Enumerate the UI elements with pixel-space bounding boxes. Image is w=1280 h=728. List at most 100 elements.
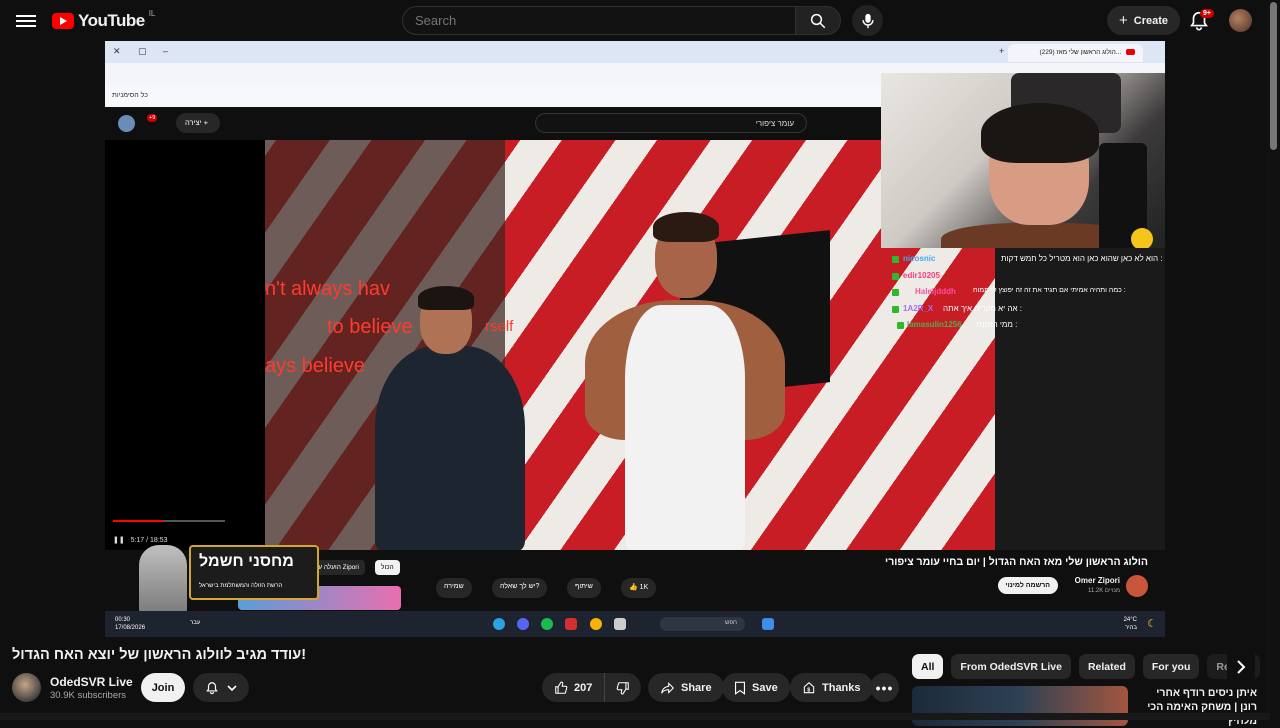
inner-search-value: עומר ציפורי — [755, 119, 794, 128]
svg-text:$: $ — [807, 687, 810, 693]
chip-all[interactable]: All — [912, 654, 944, 679]
inner-ask-button: יש לך שאלה? — [492, 578, 548, 598]
chat-username: lamasulin1256 — [907, 320, 962, 329]
video-player[interactable]: ✕ ▢ – + (229) הולוג הראשון שלי מאז... כל… — [105, 41, 1165, 637]
youtube-play-icon — [52, 13, 74, 29]
weather-desc: בהיר — [1124, 625, 1137, 631]
sponsor-overlay: מחסני חשמל הרשת הזולה והמשתלמת בישראל — [119, 545, 319, 615]
chip-related[interactable]: Related — [1078, 654, 1135, 679]
chevron-down-icon — [227, 684, 237, 691]
chat-badge-icon — [892, 289, 899, 296]
inner-notification-badge: +9 — [147, 114, 158, 122]
like-button[interactable]: 207 — [542, 673, 606, 702]
inner-channel-name: Omer Zipori — [1074, 576, 1120, 585]
cam-hair — [981, 103, 1099, 163]
video-title: עודד מגיב לוולוג הראשון של יוצא האח הגדו… — [12, 647, 307, 663]
all-bookmarks: כל הסימניות — [112, 92, 148, 99]
windows-taskbar: 00:30 17/08/2026 עבר חפש 24°C בהיר ☾ — [105, 611, 1165, 637]
youtube-favicon-icon — [1126, 49, 1135, 56]
search-input[interactable] — [402, 6, 796, 35]
bell-icon — [206, 681, 218, 694]
chat-text: הוא לא כאן שהוא כאן הוא מטריל כל חמש דקו… — [1001, 254, 1163, 263]
channel-name[interactable]: OdedSVR Live — [50, 675, 133, 689]
notification-badge: 9+ — [1200, 9, 1214, 18]
sponsor-sign: מחסני חשמל הרשת הזולה והמשתלמת בישראל — [189, 545, 319, 600]
chip-from-channel[interactable]: From OdedSVR Live — [951, 654, 1071, 679]
thanks-button[interactable]: $ Thanks — [790, 673, 873, 702]
inner-time-text: 5:17 / 18:53 — [130, 537, 168, 544]
page-bottom-edge — [0, 713, 1270, 720]
thumbs-down-icon — [616, 681, 629, 695]
person-right-shirt — [625, 305, 745, 550]
save-label: Save — [752, 681, 778, 694]
person-left — [360, 286, 535, 550]
chat-message: 1A2R_X אה יא מקריח איך אתה : — [891, 303, 1165, 320]
scrollbar-thumb[interactable] — [1270, 2, 1277, 150]
sponsor-mascot — [139, 545, 187, 615]
search-button[interactable] — [795, 6, 841, 35]
sponsor-title: מחסני חשמל — [199, 553, 294, 570]
account-avatar[interactable] — [1229, 9, 1252, 32]
create-label: Create — [1133, 14, 1169, 27]
taskbar-search-text: חפש — [725, 620, 737, 626]
restore-window-icon: ▢ — [138, 46, 147, 56]
inner-subscribe-button: הרשמה למינוי — [997, 577, 1058, 594]
voice-search-button[interactable] — [852, 5, 883, 36]
taskbar-weather: 24°C בהיר — [1124, 616, 1137, 632]
channel-avatar[interactable] — [12, 673, 41, 702]
browser-tab-title: (229) הולוג הראשון שלי מאז... — [1039, 49, 1122, 56]
dislike-button[interactable] — [605, 673, 641, 702]
person-left-hair — [418, 286, 474, 310]
inner-share-button: שיתוף — [567, 578, 601, 598]
chat-username: nicosnic — [903, 254, 936, 263]
inner-chip-all: הכול — [375, 560, 400, 575]
recommended-video-thumbnail[interactable] — [912, 686, 1128, 726]
inner-video-time: ❚❚ 5:17 / 18:53 — [113, 537, 168, 544]
subscriber-count: 30.9K subscribers — [50, 690, 127, 701]
inner-search-field: עומר ציפורי — [535, 113, 807, 133]
page-scrollbar[interactable] — [1266, 0, 1280, 720]
browser-tab: (229) הולוג הראשון שלי מאז... — [1008, 44, 1143, 62]
chat-username: 1A2R_X — [903, 303, 934, 313]
recommended-video-title[interactable]: איתן ניסים רודף אחרי רונן | משחק האימה ה… — [1137, 686, 1257, 728]
chat-badge-icon — [892, 256, 899, 263]
thanks-label: Thanks — [822, 681, 861, 694]
chips-next-button[interactable] — [1227, 654, 1255, 679]
chip-for-you[interactable]: For you — [1142, 654, 1200, 679]
share-button[interactable]: Share — [648, 673, 724, 702]
person-right — [585, 212, 785, 550]
chat-badge-icon — [892, 305, 899, 313]
chat-message: nicosnic הוא לא כאן שהוא כאן הוא מטריל כל… — [891, 253, 1165, 270]
like-count: 207 — [574, 681, 593, 694]
inner-avatar — [118, 115, 135, 132]
menu-icon[interactable] — [14, 12, 38, 30]
chat-text: ממי הזמנת : — [976, 320, 1018, 329]
chrome-icon — [590, 618, 602, 630]
thumbs-up-icon — [555, 680, 568, 694]
plus-icon: + — [1119, 12, 1128, 29]
save-button[interactable]: Save — [722, 673, 790, 702]
microphone-icon — [861, 13, 874, 28]
subscription-notifications-button[interactable] — [193, 673, 249, 702]
wall-text-line: ays believe — [265, 355, 366, 377]
like-dislike-group: 207 — [542, 673, 641, 702]
chat-text: אה יא מקריח איך אתה : — [943, 303, 1022, 313]
chat-message: edir10205 — [891, 270, 1165, 287]
more-actions-button[interactable]: ••• — [870, 673, 899, 702]
create-button[interactable]: + Create — [1107, 6, 1181, 35]
cam-rubber-duck — [1131, 228, 1153, 248]
inner-create-button: יצירה + — [176, 113, 220, 133]
taskbar-language: עבר — [190, 620, 201, 626]
chat-badge-icon — [897, 322, 904, 329]
youtube-logo[interactable]: YouTube IL — [52, 8, 156, 31]
streamer-webcam — [881, 73, 1165, 248]
chat-username: Haleljdddh — [915, 287, 956, 296]
country-code: IL — [148, 8, 156, 18]
windows-start-icon — [762, 618, 774, 630]
person-right-hair — [653, 212, 719, 242]
taskbar-date: 17/08/2026 — [115, 625, 146, 631]
stream-chat-overlay: nicosnic הוא לא כאן שהוא כאן הוא מטריל כל… — [891, 253, 1165, 343]
close-window-icon: ✕ — [113, 46, 121, 56]
share-icon — [661, 681, 675, 694]
join-button[interactable]: Join — [141, 673, 185, 702]
